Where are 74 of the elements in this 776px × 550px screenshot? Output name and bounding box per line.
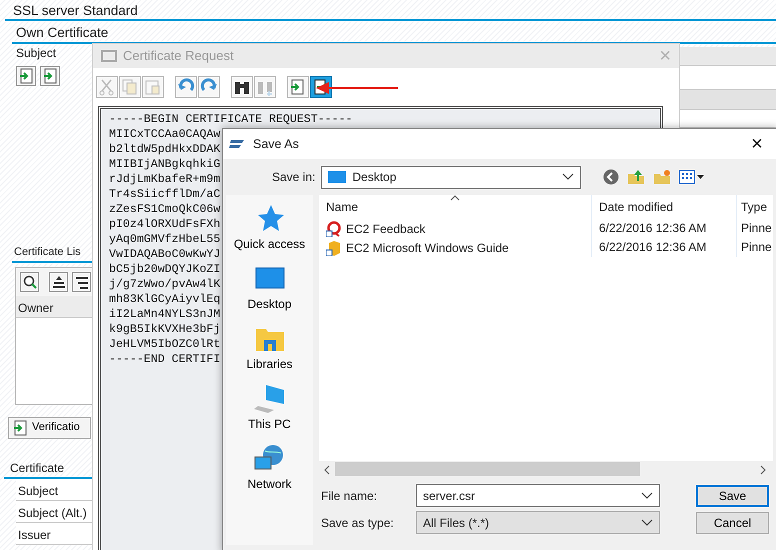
place-item[interactable]: Network [247, 443, 292, 491]
verification-button[interactable]: Verificatio [8, 416, 91, 438]
text-line: MIIBIjANBgkqhkiG [109, 157, 220, 172]
text-line: pI0z4lORXUdFsFXh [109, 217, 220, 232]
place-item[interactable]: Quick access [234, 203, 306, 251]
column-header[interactable]: Name [319, 195, 591, 219]
file-name-field[interactable]: server.csr [416, 484, 660, 507]
text-line: -----END CERTIFI [109, 352, 220, 367]
column-header[interactable]: Type [736, 195, 776, 219]
text-line: yAq0mGMVfzHbeL55 [109, 232, 220, 247]
window-title: Save As [253, 136, 299, 153]
chevron-icon [641, 518, 653, 526]
search-icon [22, 274, 38, 290]
shortcut-icon [326, 240, 342, 256]
text-line: MIICxTCCAa0CAQAw [109, 127, 220, 142]
shortcut-icon [326, 220, 342, 236]
scroll-left-icon [323, 464, 331, 474]
table-cell: Pinne [736, 219, 776, 238]
subject-label: Subject [15, 45, 58, 62]
computer-icon [254, 383, 286, 413]
file-type-dropdown[interactable]: All Files (*.*) [416, 511, 660, 534]
file-item[interactable]: EC2 Feedback [319, 220, 591, 238]
file-item[interactable]: EC2 Microsoft Windows Guide [319, 238, 591, 256]
import-button[interactable] [40, 66, 60, 86]
chevron-icon [562, 173, 574, 181]
place-item[interactable]: Libraries [246, 323, 293, 371]
field-label: Save as type: [321, 514, 395, 532]
save-button[interactable]: Save [696, 484, 769, 506]
up-folder-icon[interactable] [627, 169, 646, 185]
field-label: File name: [321, 488, 378, 504]
text-line: Tr4sSiicfflDm/aC [109, 187, 220, 202]
back-icon[interactable] [603, 169, 620, 185]
sort-button[interactable] [49, 272, 68, 292]
text-line: k9gB5IkKVXHe3bFj [109, 322, 220, 337]
text-line: iI2LaMn4NYLS3nJM [109, 307, 220, 322]
place-item[interactable]: Desktop [247, 263, 292, 311]
copy-icon [121, 78, 139, 96]
table-cell: 6/22/2016 12:36 AM [591, 219, 736, 238]
text-line: JeHLVM5IbOZC0lRt [109, 337, 220, 352]
sort-caret-icon [450, 195, 460, 201]
scroll-thumb[interactable] [335, 462, 640, 476]
folder-dropdown[interactable]: Desktop [321, 166, 582, 188]
desktop-icon [328, 171, 346, 183]
text-line: rJdjLmKbafeR+m9m [109, 172, 220, 187]
toolbar-button[interactable] [287, 76, 309, 98]
scroll-right-icon [759, 464, 767, 474]
text-line: mh83KlGCyAiyvlEq [109, 292, 220, 307]
scissors-icon [98, 78, 116, 96]
import-button[interactable] [16, 66, 36, 86]
toolbar-button[interactable] [231, 76, 253, 98]
app-title: SSL server Standard [5, 0, 776, 21]
close-button[interactable]: × [737, 129, 776, 159]
table-cell: Pinne [736, 238, 776, 257]
cancel-button[interactable]: Cancel [696, 512, 769, 534]
search-button[interactable] [20, 272, 39, 292]
window-icon [101, 49, 117, 63]
view-menu-icon[interactable] [679, 170, 706, 184]
clipboard-icon [144, 78, 162, 96]
text-line: zZesFS1CmoQkC06w [109, 202, 220, 217]
window-title: Certificate Request [123, 47, 234, 66]
app-icon [229, 139, 245, 149]
field-label: Save in: [272, 169, 316, 186]
sort-icon [50, 274, 66, 290]
text-line: j/g7zWwo/pvAw4lK [109, 277, 220, 292]
table-cell: 6/22/2016 12:36 AM [591, 238, 736, 257]
chevron-icon [641, 492, 653, 500]
text-line: -----BEGIN CERTIFICATE REQUEST----- [109, 112, 353, 127]
text-line: b2ltdW5pdHkxDDAK [109, 142, 220, 157]
text-line: bC5jb20wDQYJKoZI [109, 262, 220, 277]
filter-button[interactable] [72, 272, 91, 292]
text-line: VwIDAQABoC0wKwYJ [109, 247, 220, 262]
column-header: Owner [16, 296, 95, 318]
column-header[interactable]: Date modified [591, 195, 736, 219]
place-item[interactable]: This PC [248, 383, 291, 431]
